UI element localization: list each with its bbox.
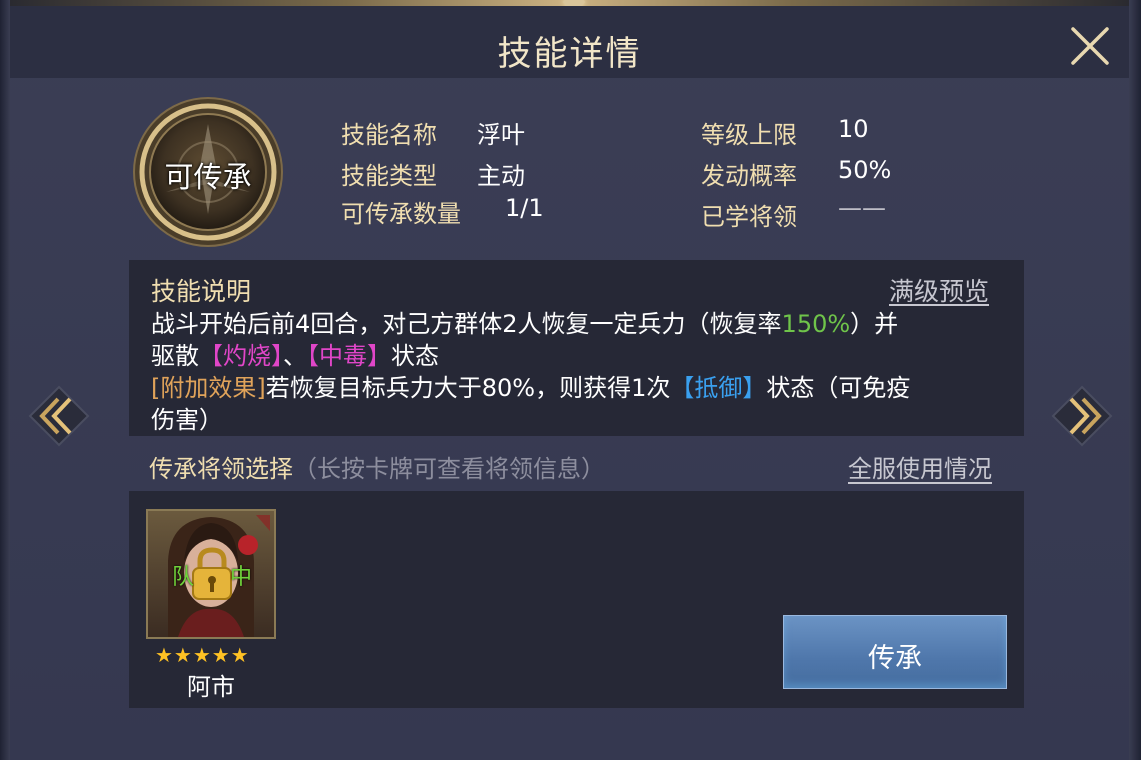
server-usage-link[interactable]: 全服使用情况 [848,449,992,484]
extra-effect-tag: [附加效果] [151,374,266,402]
general-name: 阿市 [187,673,235,701]
star-rating: ★★★★★ [155,643,250,667]
trigger-rate-label: 发动概率 [701,162,797,190]
skill-type-label: 技能类型 [341,162,437,190]
level-cap-label: 等级上限 [701,121,797,149]
recovery-rate-value: 150% [781,310,851,338]
dialog-title: 技能详情 [497,34,642,74]
inherit-button[interactable]: 传承 [783,615,1007,689]
general-selection-panel: 队 中 ★★★★★ 阿市 传承 [129,491,1024,708]
double-chevron-left-icon [28,385,90,447]
skill-type-value: 主动 [477,162,525,190]
general-card[interactable]: 队 中 [146,509,276,639]
description-line-1: 战斗开始后前4回合，对己方群体2人恢复一定兵力（恢复率150%）并 [151,308,1011,340]
background-edge-left [0,0,10,760]
selection-hint-text: （长按卡牌可查看将领信息） [293,455,605,483]
double-chevron-right-icon [1051,385,1113,447]
desc-text: 驱散 [151,342,199,370]
desc-text: 伤害） [151,406,223,434]
padlock-icon [192,547,232,600]
inherit-count-value: 1/1 [505,194,544,222]
skill-detail-dialog: 技能详情 可传承 技能名称 浮叶 技能类型 主动 可传承数量 1/1 等级上限 … [10,0,1129,760]
description-text: 战斗开始后前4回合，对己方群体2人恢复一定兵力（恢复率150%）并 驱散【灼烧】… [151,308,1011,436]
inherit-general-selection-title: 传承将领选择（长按卡牌可查看将领信息） [149,449,605,484]
inherit-count-label: 可传承数量 [341,200,461,228]
trigger-rate-value: 50% [838,156,892,184]
desc-text: 若恢复目标兵力大于80%，则获得1次 [265,374,671,402]
max-level-preview-link[interactable]: 满级预览 [889,272,989,308]
desc-text: 战斗开始后前4回合，对己方群体2人恢复一定兵力（恢复率 [151,310,782,338]
level-cap-value: 10 [838,115,869,143]
previous-skill-button[interactable] [28,385,90,447]
next-skill-button[interactable] [1051,385,1113,447]
desc-text: 状态（可免疫 [766,374,911,402]
close-button[interactable] [1068,24,1112,68]
description-title: 技能说明 [151,277,252,306]
skill-name-label: 技能名称 [341,121,437,149]
skill-description-panel[interactable]: 技能说明 满级预览 战斗开始后前4回合，对己方群体2人恢复一定兵力（恢复率150… [129,260,1024,436]
in-team-text-left: 队 [172,565,195,590]
title-bar: 技能详情 [10,6,1129,78]
in-team-text-right: 中 [230,565,253,590]
selection-title-text: 传承将领选择 [149,455,293,483]
skill-name-value: 浮叶 [477,121,525,149]
skill-badge: 可传承 [132,96,284,248]
inherit-button-label: 传承 [868,643,922,674]
learned-by-label: 已学将领 [701,203,797,231]
block-status-tag: 【抵御】 [670,374,767,402]
desc-text: ）并 [850,310,899,338]
poison-status-tag: 【中毒】 [307,342,391,370]
inheritable-badge-label: 可传承 [164,160,252,194]
description-line-4: 伤害） [151,404,1011,436]
desc-text: 、 [283,342,307,370]
description-line-3: [附加效果]若恢复目标兵力大于80%，则获得1次【抵御】状态（可免疫 [151,372,1011,404]
burn-status-tag: 【灼烧】 [199,342,283,370]
close-icon [1071,27,1109,65]
desc-text: 状态 [391,342,439,370]
description-line-2: 驱散【灼烧】、【中毒】状态 [151,340,1011,372]
learned-by-value: —— [838,194,886,222]
background-edge-right [1129,0,1141,760]
